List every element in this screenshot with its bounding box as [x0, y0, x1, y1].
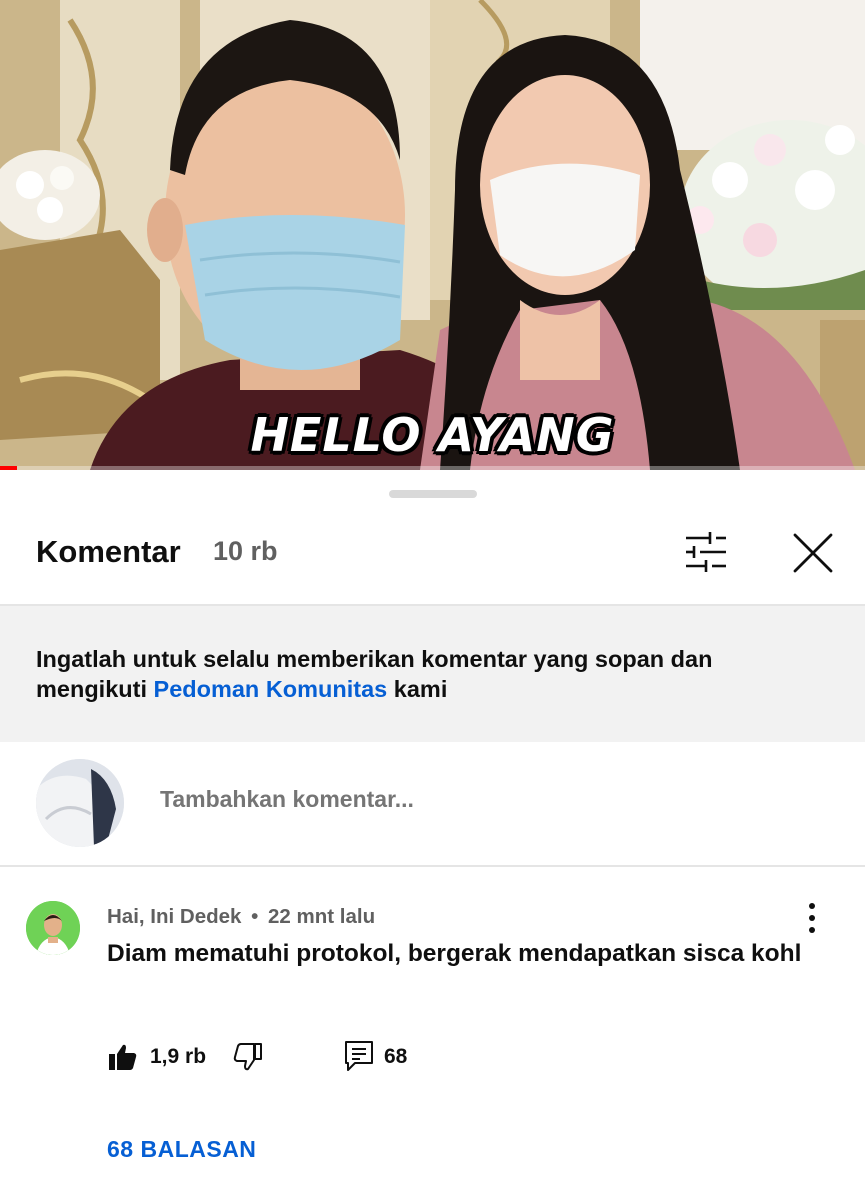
sort-button[interactable]	[682, 530, 730, 574]
more-vertical-icon	[809, 903, 815, 933]
comments-sheet: Komentar 10 rb Ingatlah untuk selalu mem…	[0, 472, 865, 1200]
comment-meta: Hai, Ini Dedek • 22 mnt lalu	[107, 905, 375, 929]
commenter-avatar-image	[26, 901, 80, 955]
reply-button[interactable]	[343, 1039, 375, 1073]
meta-separator: •	[251, 905, 259, 928]
comments-header: Komentar 10 rb	[0, 516, 865, 604]
view-replies-button[interactable]: 68 BALASAN	[107, 1136, 256, 1163]
comment-item: Hai, Ini Dedek • 22 mnt lalu Diam mematu…	[0, 867, 865, 1200]
video-caption: HELLO AYANG	[250, 408, 615, 462]
community-guidelines-link[interactable]: Pedoman Komunitas	[154, 676, 388, 702]
comment-author[interactable]: Hai, Ini Dedek	[107, 905, 241, 928]
close-icon	[793, 533, 833, 573]
reply-count: 68	[384, 1045, 408, 1068]
community-guidelines-banner: Ingatlah untuk selalu memberikan komenta…	[0, 606, 865, 742]
comments-title: Komentar	[36, 534, 181, 569]
sliders-icon	[686, 532, 726, 572]
video-frame	[0, 0, 865, 470]
comment-text: Diam mematuhi protokol, bergerak mendapa…	[107, 940, 802, 967]
comment-reply-icon	[345, 1041, 373, 1071]
more-options-button[interactable]	[796, 901, 828, 935]
progress-bar[interactable]	[0, 466, 865, 470]
video-player[interactable]: HELLO AYANG	[0, 0, 865, 470]
user-avatar-image	[36, 759, 124, 847]
user-avatar	[36, 759, 124, 847]
drag-handle[interactable]	[389, 490, 477, 498]
commenter-avatar[interactable]	[26, 901, 80, 955]
thumbs-up-filled-icon	[109, 1044, 137, 1070]
like-count: 1,9 rb	[150, 1045, 207, 1068]
add-comment-row	[0, 742, 865, 866]
comment-actions: 1,9 rb 68	[107, 1039, 467, 1079]
dislike-button[interactable]	[232, 1041, 264, 1073]
progress-fill	[0, 466, 18, 470]
comment-time: 22 mnt lalu	[268, 905, 376, 928]
like-button[interactable]	[107, 1041, 139, 1073]
thumbs-down-icon	[233, 1043, 262, 1071]
close-button[interactable]	[790, 530, 836, 576]
add-comment-input[interactable]	[160, 786, 760, 813]
comments-count: 10 rb	[213, 536, 278, 566]
guidelines-text-end: kami	[387, 676, 448, 702]
